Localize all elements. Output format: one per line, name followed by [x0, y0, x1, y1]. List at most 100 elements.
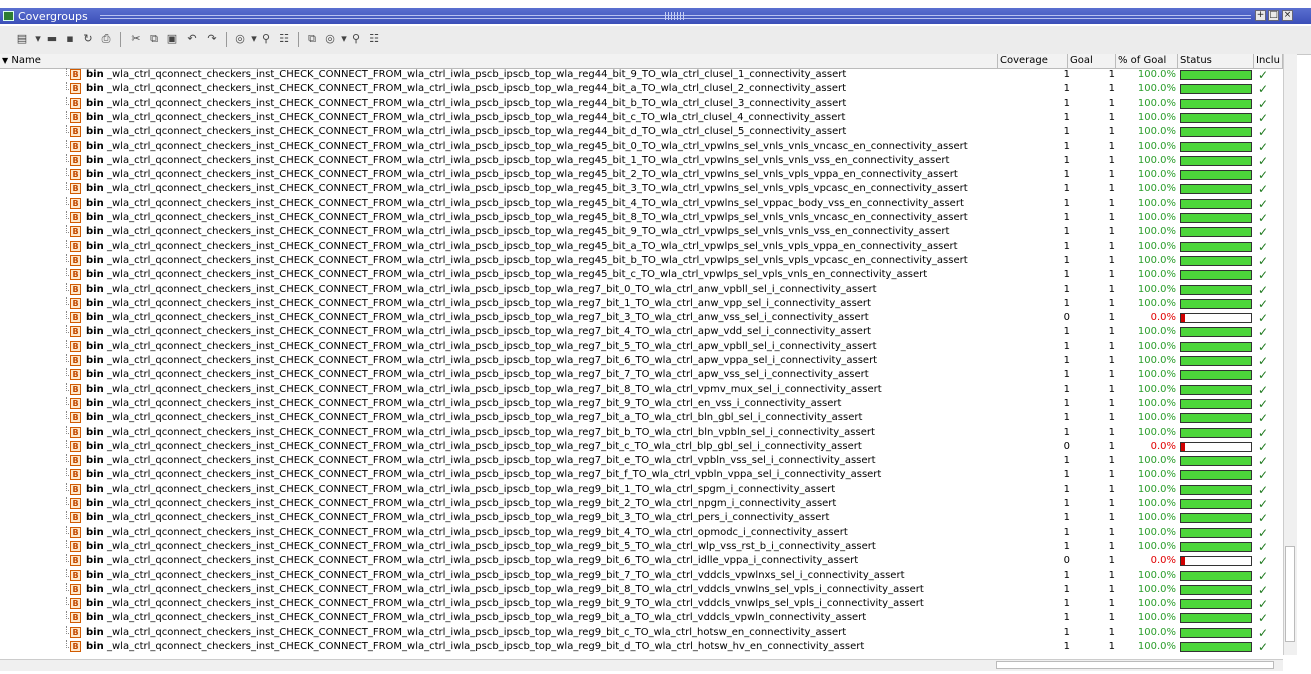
included-check-icon[interactable]: ✓	[1256, 254, 1270, 268]
close-button[interactable]: ×	[1282, 10, 1293, 21]
included-check-icon[interactable]: ✓	[1256, 611, 1270, 625]
column-goal[interactable]: Goal	[1068, 54, 1116, 68]
table-row[interactable]: Bbin _wla_ctrl_qconnect_checkers_inst_CHE…	[0, 311, 1283, 325]
included-check-icon[interactable]: ✓	[1256, 325, 1270, 339]
table-row[interactable]: Bbin _wla_ctrl_qconnect_checkers_inst_CHE…	[0, 439, 1283, 454]
column-coverage[interactable]: Coverage	[998, 54, 1068, 68]
included-check-icon[interactable]: ✓	[1256, 283, 1270, 297]
table-row[interactable]: Bbin _wla_ctrl_qconnect_checkers_inst_CHE…	[0, 239, 1283, 254]
included-check-icon[interactable]: ✓	[1256, 397, 1270, 411]
undock-button[interactable]: +	[1255, 10, 1266, 21]
included-check-icon[interactable]: ✓	[1256, 82, 1270, 96]
table-row[interactable]: Bbin _wla_ctrl_qconnect_checkers_inst_CHE…	[0, 96, 1283, 111]
table-row[interactable]: Bbin _wla_ctrl_qconnect_checkers_inst_CHE…	[0, 282, 1283, 297]
table-row[interactable]: Bbin _wla_ctrl_qconnect_checkers_inst_CHE…	[0, 211, 1283, 225]
included-check-icon[interactable]: ✓	[1256, 68, 1270, 82]
included-check-icon[interactable]: ✓	[1256, 197, 1270, 211]
included-check-icon[interactable]: ✓	[1256, 168, 1270, 182]
vertical-scroll-thumb[interactable]	[1285, 546, 1295, 642]
included-check-icon[interactable]: ✓	[1256, 511, 1270, 525]
copy-2-icon[interactable]: ⧉	[304, 31, 320, 47]
table-row[interactable]: Bbin _wla_ctrl_qconnect_checkers_inst_CHE…	[0, 511, 1283, 525]
included-check-icon[interactable]: ✓	[1256, 569, 1270, 583]
included-check-icon[interactable]: ✓	[1256, 240, 1270, 254]
table-row[interactable]: Bbin _wla_ctrl_qconnect_checkers_inst_CHE…	[0, 196, 1283, 211]
included-check-icon[interactable]: ✓	[1256, 225, 1270, 239]
horizontal-scroll-thumb[interactable]	[996, 661, 1274, 669]
cut-icon[interactable]: ✂	[128, 31, 144, 47]
table-row[interactable]: Bbin _wla_ctrl_qconnect_checkers_inst_CHE…	[0, 125, 1283, 139]
table-row[interactable]: Bbin _wla_ctrl_qconnect_checkers_inst_CHE…	[0, 568, 1283, 583]
table-row[interactable]: Bbin _wla_ctrl_qconnect_checkers_inst_CHE…	[0, 82, 1283, 96]
column-name[interactable]: ▼ Name	[0, 54, 998, 68]
included-check-icon[interactable]: ✓	[1256, 526, 1270, 540]
included-check-icon[interactable]: ✓	[1256, 368, 1270, 382]
included-check-icon[interactable]: ✓	[1256, 483, 1270, 497]
table-row[interactable]: Bbin _wla_ctrl_qconnect_checkers_inst_CHE…	[0, 268, 1283, 282]
save-icon[interactable]: ▪	[62, 31, 78, 47]
column-layout-2-icon[interactable]: ☷	[366, 31, 382, 47]
table-row[interactable]: Bbin _wla_ctrl_qconnect_checkers_inst_CHE…	[0, 582, 1283, 597]
included-check-icon[interactable]: ✓	[1256, 497, 1270, 511]
included-check-icon[interactable]: ✓	[1256, 597, 1270, 611]
included-check-icon[interactable]: ✓	[1256, 154, 1270, 168]
table-row[interactable]: Bbin _wla_ctrl_qconnect_checkers_inst_CHE…	[0, 411, 1283, 425]
paste-icon[interactable]: ▣	[164, 31, 180, 47]
included-check-icon[interactable]: ✓	[1256, 411, 1270, 425]
included-check-icon[interactable]: ✓	[1256, 297, 1270, 311]
column-layout-icon[interactable]: ☷	[276, 31, 292, 47]
table-row[interactable]: Bbin _wla_ctrl_qconnect_checkers_inst_CHE…	[0, 153, 1283, 168]
table-row[interactable]: Bbin _wla_ctrl_qconnect_checkers_inst_CHE…	[0, 468, 1283, 482]
maximize-button[interactable]: □	[1268, 10, 1279, 21]
included-check-icon[interactable]: ✓	[1256, 340, 1270, 354]
table-row[interactable]: Bbin _wla_ctrl_qconnect_checkers_inst_CHE…	[0, 168, 1283, 182]
table-row[interactable]: Bbin _wla_ctrl_qconnect_checkers_inst_CHE…	[0, 68, 1283, 82]
included-check-icon[interactable]: ✓	[1256, 640, 1270, 654]
table-row[interactable]: Bbin _wla_ctrl_qconnect_checkers_inst_CHE…	[0, 354, 1283, 368]
included-check-icon[interactable]: ✓	[1256, 426, 1270, 440]
column-status[interactable]: Status	[1178, 54, 1254, 68]
table-row[interactable]: Bbin _wla_ctrl_qconnect_checkers_inst_CHE…	[0, 625, 1283, 640]
horizontal-scrollbar[interactable]	[0, 659, 1283, 671]
table-row[interactable]: Bbin _wla_ctrl_qconnect_checkers_inst_CHE…	[0, 325, 1283, 339]
table-row[interactable]: Bbin _wla_ctrl_qconnect_checkers_inst_CHE…	[0, 296, 1283, 311]
table-row[interactable]: Bbin _wla_ctrl_qconnect_checkers_inst_CHE…	[0, 640, 1283, 654]
undo-icon[interactable]: ↶	[184, 31, 200, 47]
included-check-icon[interactable]: ✓	[1256, 97, 1270, 111]
included-check-icon[interactable]: ✓	[1256, 626, 1270, 640]
included-check-icon[interactable]: ✓	[1256, 125, 1270, 139]
window-title-bar[interactable]: Covergroups + □ ×	[0, 8, 1311, 24]
table-row[interactable]: Bbin _wla_ctrl_qconnect_checkers_inst_CHE…	[0, 368, 1283, 382]
drag-handle[interactable]	[665, 12, 685, 20]
included-check-icon[interactable]: ✓	[1256, 211, 1270, 225]
table-row[interactable]: Bbin _wla_ctrl_qconnect_checkers_inst_CHE…	[0, 611, 1283, 625]
included-check-icon[interactable]: ✓	[1256, 268, 1270, 282]
redo-icon[interactable]: ↷	[204, 31, 220, 47]
table-row[interactable]: Bbin _wla_ctrl_qconnect_checkers_inst_CHE…	[0, 139, 1283, 154]
print-icon[interactable]: ⎙	[98, 31, 114, 47]
included-check-icon[interactable]: ✓	[1256, 468, 1270, 482]
table-row[interactable]: Bbin _wla_ctrl_qconnect_checkers_inst_CHE…	[0, 597, 1283, 611]
included-check-icon[interactable]: ✓	[1256, 440, 1270, 454]
copy-icon[interactable]: ⧉	[146, 31, 162, 47]
included-check-icon[interactable]: ✓	[1256, 111, 1270, 125]
table-row[interactable]: Bbin _wla_ctrl_qconnect_checkers_inst_CHE…	[0, 539, 1283, 554]
table-row[interactable]: Bbin _wla_ctrl_qconnect_checkers_inst_CHE…	[0, 482, 1283, 497]
included-check-icon[interactable]: ✓	[1256, 182, 1270, 196]
find-binoculars-2-icon[interactable]: ⚲	[348, 31, 364, 47]
included-check-icon[interactable]: ✓	[1256, 540, 1270, 554]
find-binoculars-icon[interactable]: ⚲	[258, 31, 274, 47]
table-row[interactable]: Bbin _wla_ctrl_qconnect_checkers_inst_CHE…	[0, 525, 1283, 540]
table-row[interactable]: Bbin _wla_ctrl_qconnect_checkers_inst_CHE…	[0, 339, 1283, 354]
table-row[interactable]: Bbin _wla_ctrl_qconnect_checkers_inst_CHE…	[0, 425, 1283, 440]
included-check-icon[interactable]: ✓	[1256, 383, 1270, 397]
column-included[interactable]: Inclu	[1254, 54, 1283, 68]
table-row[interactable]: Bbin _wla_ctrl_qconnect_checkers_inst_CHE…	[0, 454, 1283, 468]
included-check-icon[interactable]: ✓	[1256, 583, 1270, 597]
table-row[interactable]: Bbin _wla_ctrl_qconnect_checkers_inst_CHE…	[0, 554, 1283, 568]
included-check-icon[interactable]: ✓	[1256, 140, 1270, 154]
vertical-scrollbar[interactable]	[1283, 54, 1297, 655]
included-check-icon[interactable]: ✓	[1256, 554, 1270, 568]
open-folder-icon[interactable]: ▬	[44, 31, 60, 47]
table-row[interactable]: Bbin _wla_ctrl_qconnect_checkers_inst_CHE…	[0, 253, 1283, 268]
